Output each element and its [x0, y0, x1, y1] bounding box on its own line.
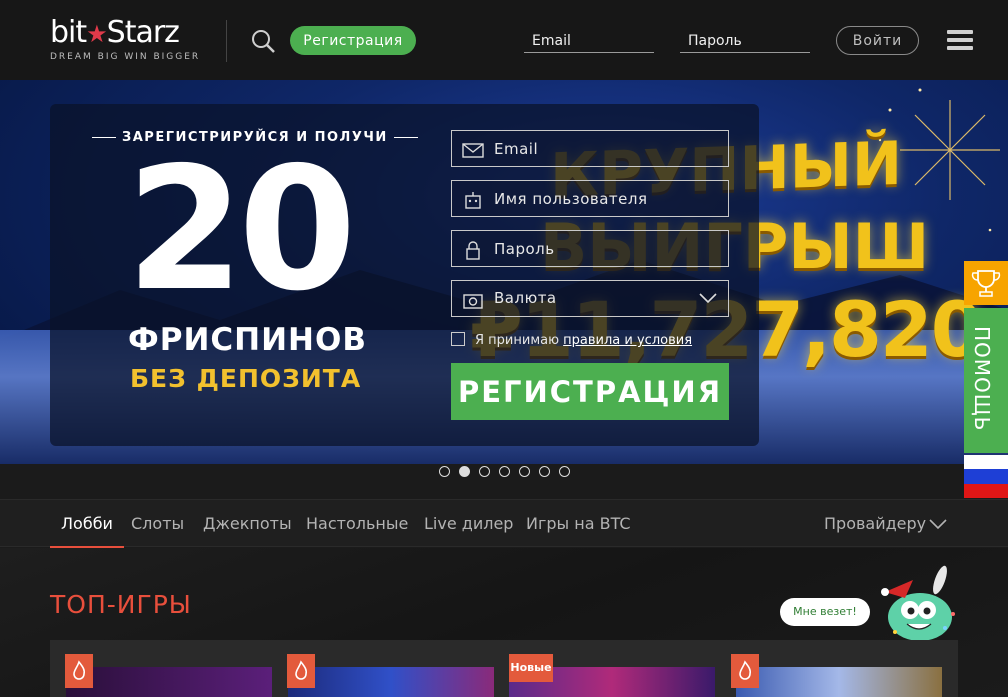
logo-wordmark: bit★Starz: [50, 15, 180, 50]
promo-no-deposit: БЕЗ ДЕПОЗИТА: [130, 364, 362, 393]
lobby-content: ТОП-ИГРЫ Мне везет! Новые: [0, 548, 1008, 697]
new-badge: Новые: [509, 654, 553, 682]
mascot-speech-bubble: Мне везет!: [780, 598, 870, 626]
providers-dropdown[interactable]: Провайдеру: [824, 500, 926, 548]
top-header: bit★Starz DREAM BIG WIN BIGGER Регистрац…: [0, 0, 1008, 80]
reg-password-input[interactable]: [494, 231, 724, 266]
game-tile[interactable]: [288, 667, 494, 697]
chevron-down-icon[interactable]: [928, 517, 948, 531]
top-games-row: Новые: [50, 640, 958, 697]
reg-email-input[interactable]: [494, 131, 724, 166]
promo-number: 20: [126, 131, 357, 329]
promo-panel: ЗАРЕГИСТРИРУЙСЯ И ПОЛУЧИ 20 ФРИСПИНОВ БЕ…: [50, 104, 759, 446]
currency-label: Валюта: [494, 289, 557, 307]
slider-dot[interactable]: [539, 466, 550, 477]
hot-flame-icon: [731, 654, 759, 688]
star-icon: ★: [86, 20, 107, 48]
terms-row: Я принимаю правила и условия: [451, 332, 751, 350]
lock-icon: [466, 241, 480, 260]
reg-email-field[interactable]: [451, 130, 729, 167]
games-navbar: Лобби Слоты Джекпоты Настольные Live дил…: [0, 499, 1008, 548]
promo-banner: КРУПНЫЙ ВЫИГРЫШ ₽11,727,820 ЗАРЕГИСТРИРУ…: [0, 80, 1008, 464]
reg-currency-select[interactable]: Валюта: [451, 280, 729, 317]
slider-dot[interactable]: [559, 466, 570, 477]
slider-dot[interactable]: [519, 466, 530, 477]
slider-dot[interactable]: [439, 466, 450, 477]
section-title: ТОП-ИГРЫ: [50, 590, 192, 619]
help-tab[interactable]: ПОМОЩЬ: [964, 308, 1008, 453]
login-button[interactable]: Войти: [836, 26, 919, 55]
help-label: ПОМОЩЬ: [970, 326, 994, 432]
terms-link[interactable]: правила и условия: [563, 333, 692, 348]
tab-table-games[interactable]: Настольные: [306, 500, 408, 548]
register-button[interactable]: Регистрация: [290, 26, 416, 55]
mascot-rabbit-icon[interactable]: [865, 562, 965, 642]
terms-text: Я принимаю: [475, 333, 560, 348]
tab-lobby[interactable]: Лобби: [50, 500, 124, 548]
terms-checkbox[interactable]: [451, 332, 465, 346]
reg-username-input[interactable]: [494, 181, 724, 216]
bitstarz-logo[interactable]: bit★Starz DREAM BIG WIN BIGGER: [50, 16, 202, 64]
trophy-button[interactable]: [964, 261, 1008, 305]
hamburger-menu-icon[interactable]: [947, 30, 973, 52]
hot-flame-icon: [287, 654, 315, 688]
currency-icon: [463, 294, 483, 309]
slider-dots: [437, 466, 577, 478]
promo-freespins: ФРИСПИНОВ: [128, 322, 367, 358]
logo-tagline: DREAM BIG WIN BIGGER: [50, 52, 201, 62]
slider-dot[interactable]: [479, 466, 490, 477]
envelope-icon: [462, 143, 484, 158]
tab-btc-games[interactable]: Игры на BTC: [526, 500, 631, 548]
slider-dot-active[interactable]: [459, 466, 470, 477]
header-divider: [226, 20, 227, 62]
password-field[interactable]: [680, 30, 810, 53]
robot-user-icon: [465, 192, 481, 209]
search-icon[interactable]: [250, 28, 276, 54]
submit-registration-button[interactable]: РЕГИСТРАЦИЯ: [451, 363, 729, 420]
reg-username-field[interactable]: [451, 180, 729, 217]
trophy-icon: [971, 270, 1001, 297]
game-tile[interactable]: [736, 667, 942, 697]
tab-jackpots[interactable]: Джекпоты: [203, 500, 292, 548]
tab-slots[interactable]: Слоты: [131, 500, 184, 548]
page: bit★Starz DREAM BIG WIN BIGGER Регистрац…: [0, 0, 1008, 697]
reg-password-field[interactable]: [451, 230, 729, 267]
russia-flag-icon[interactable]: [964, 455, 1008, 498]
email-field[interactable]: [524, 30, 654, 53]
slider-dot[interactable]: [499, 466, 510, 477]
chevron-down-icon: [699, 293, 717, 304]
game-tile[interactable]: [66, 667, 272, 697]
hot-flame-icon: [65, 654, 93, 688]
tab-live-dealer[interactable]: Live дилер: [424, 500, 513, 548]
